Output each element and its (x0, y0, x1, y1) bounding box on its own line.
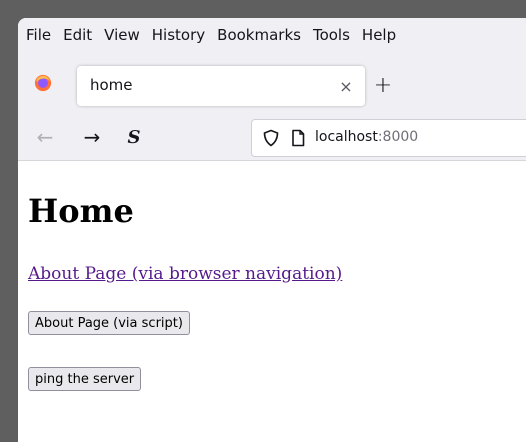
menubar: File Edit View History Bookmarks Tools H… (18, 18, 526, 52)
firefox-logo-icon[interactable] (34, 74, 52, 92)
tab-home[interactable]: home × (77, 66, 365, 106)
menu-edit[interactable]: Edit (63, 26, 92, 44)
about-page-script-button[interactable]: About Page (via script) (28, 311, 190, 335)
browser-window: File Edit View History Bookmarks Tools H… (18, 18, 526, 442)
menu-file[interactable]: File (26, 26, 51, 44)
url-text[interactable]: localhost:8000 (315, 129, 418, 145)
about-page-link[interactable]: About Page (via browser navigation) (28, 264, 342, 284)
page-icon (292, 129, 305, 147)
new-tab-button[interactable]: + (368, 70, 398, 100)
close-icon[interactable]: × (335, 75, 357, 97)
url-bar[interactable]: localhost:8000 (251, 119, 526, 157)
page-content: Home About Page (via browser navigation)… (18, 161, 526, 442)
menu-view[interactable]: View (104, 26, 140, 44)
ping-server-button[interactable]: ping the server (28, 367, 142, 391)
forward-arrow-icon[interactable]: → (77, 122, 107, 152)
url-host: localhost (315, 129, 378, 145)
navigation-toolbar: ← → S localhost:8000 (18, 115, 526, 159)
shield-icon[interactable] (262, 129, 280, 147)
browser-chrome: File Edit View History Bookmarks Tools H… (18, 18, 526, 161)
menu-history[interactable]: History (152, 26, 205, 44)
tab-title: home (90, 76, 133, 94)
url-port: :8000 (377, 129, 419, 145)
tab-strip: home × + (18, 58, 526, 110)
menu-tools[interactable]: Tools (313, 26, 350, 44)
menu-bookmarks[interactable]: Bookmarks (217, 26, 301, 44)
back-arrow-icon[interactable]: ← (30, 122, 60, 152)
menu-help[interactable]: Help (362, 26, 396, 44)
extension-icon[interactable]: S (119, 122, 149, 152)
page-title: Home (28, 192, 134, 230)
